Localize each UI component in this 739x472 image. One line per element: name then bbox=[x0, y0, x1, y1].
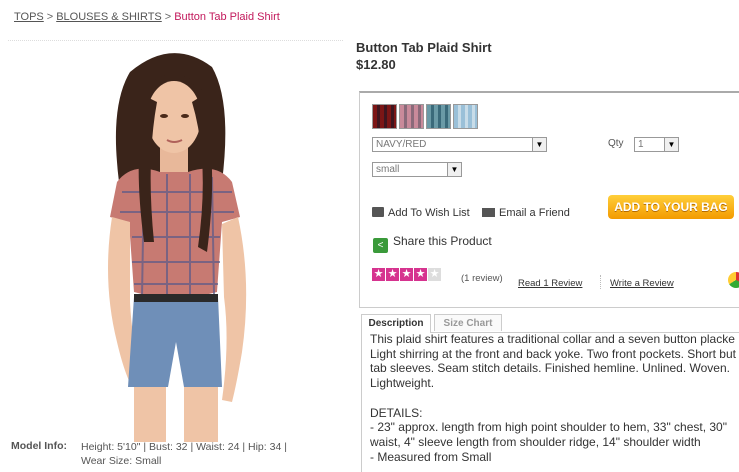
star-icon: ★ bbox=[428, 268, 441, 281]
star-icon: ★ bbox=[400, 268, 413, 281]
breadcrumb-blouses-link[interactable]: BLOUSES & SHIRTS bbox=[56, 11, 162, 23]
swatch-pink[interactable] bbox=[399, 104, 424, 129]
swatch-blue[interactable] bbox=[453, 104, 478, 129]
email-label: Email a Friend bbox=[499, 207, 570, 219]
write-review-link[interactable]: Write a Review bbox=[610, 278, 674, 289]
description-line: waist, 4" sleeve length from shoulder ri… bbox=[370, 434, 701, 449]
swatch-teal[interactable] bbox=[426, 104, 451, 129]
model-info-label: Model Info: bbox=[11, 440, 67, 452]
chevron-down-icon: ▼ bbox=[532, 138, 546, 151]
description-line bbox=[370, 391, 739, 406]
tab-size-chart[interactable]: Size Chart bbox=[434, 314, 502, 331]
breadcrumb: TOPS > BLOUSES & SHIRTS > Button Tab Plaid S… bbox=[14, 11, 280, 23]
rating-stars: ★ ★ ★ ★ ★ bbox=[372, 268, 442, 286]
size-select[interactable]: small ▼ bbox=[372, 162, 462, 177]
description-line: Light shirring at the front and back yok… bbox=[370, 346, 736, 361]
info-tabs: Description Size Chart bbox=[361, 314, 739, 333]
chevron-down-icon: ▼ bbox=[664, 138, 678, 151]
tab-description[interactable]: Description bbox=[361, 314, 431, 333]
description-line: Lightweight. bbox=[370, 376, 435, 391]
star-icon: ★ bbox=[386, 268, 399, 281]
product-price: $12.80 bbox=[356, 57, 396, 72]
envelope-icon bbox=[482, 208, 495, 217]
model-info-measurements: Height: 5'10" | Bust: 32 | Waist: 24 | H… bbox=[81, 441, 287, 453]
star-icon: ★ bbox=[414, 268, 427, 281]
share-icon: < bbox=[373, 238, 388, 253]
read-review-link[interactable]: Read 1 Review bbox=[518, 278, 582, 289]
product-title: Button Tab Plaid Shirt bbox=[356, 40, 492, 55]
breadcrumb-tops-link[interactable]: TOPS bbox=[14, 11, 44, 23]
email-friend-link[interactable]: Email a Friend bbox=[482, 207, 570, 219]
star-icon: ★ bbox=[372, 268, 385, 281]
chrome-badge-icon bbox=[728, 272, 739, 288]
product-image[interactable] bbox=[72, 42, 277, 442]
color-select[interactable]: NAVY/RED ▼ bbox=[372, 137, 547, 152]
wishlist-label: Add To Wish List bbox=[388, 207, 470, 219]
share-label: Share this Product bbox=[393, 234, 492, 248]
qty-label: Qty bbox=[608, 138, 624, 149]
breadcrumb-current: Button Tab Plaid Shirt bbox=[174, 11, 280, 23]
description-line: tab sleeves. Seam stitch details. Finish… bbox=[370, 361, 730, 376]
model-info-size: Wear Size: Small bbox=[81, 455, 162, 467]
gift-icon bbox=[372, 207, 384, 217]
description-line: This plaid shirt features a traditional … bbox=[370, 332, 735, 346]
qty-select-value: 1 bbox=[638, 139, 644, 150]
product-description: This plaid shirt features a traditional … bbox=[361, 332, 739, 472]
divider bbox=[8, 40, 343, 41]
chevron-down-icon: ▼ bbox=[447, 163, 461, 176]
review-count: (1 review) bbox=[461, 273, 503, 284]
add-to-bag-button[interactable]: ADD TO YOUR BAG bbox=[608, 195, 734, 219]
add-to-wishlist-link[interactable]: Add To Wish List bbox=[372, 207, 470, 219]
model-info: Model Info: Height: 5'10" | Bust: 32 | Wa… bbox=[11, 440, 301, 468]
description-line: - 23" approx. length from high point sho… bbox=[370, 420, 727, 435]
swatch-navy-red[interactable] bbox=[372, 104, 397, 129]
description-line: DETAILS: bbox=[370, 405, 423, 420]
size-select-value: small bbox=[376, 164, 400, 175]
divider bbox=[600, 275, 601, 289]
description-line: - Measured from Small bbox=[370, 449, 492, 464]
qty-select[interactable]: 1 ▼ bbox=[634, 137, 679, 152]
share-product-link[interactable]: < Share this Product bbox=[373, 234, 492, 253]
color-select-value: NAVY/RED bbox=[376, 139, 427, 150]
